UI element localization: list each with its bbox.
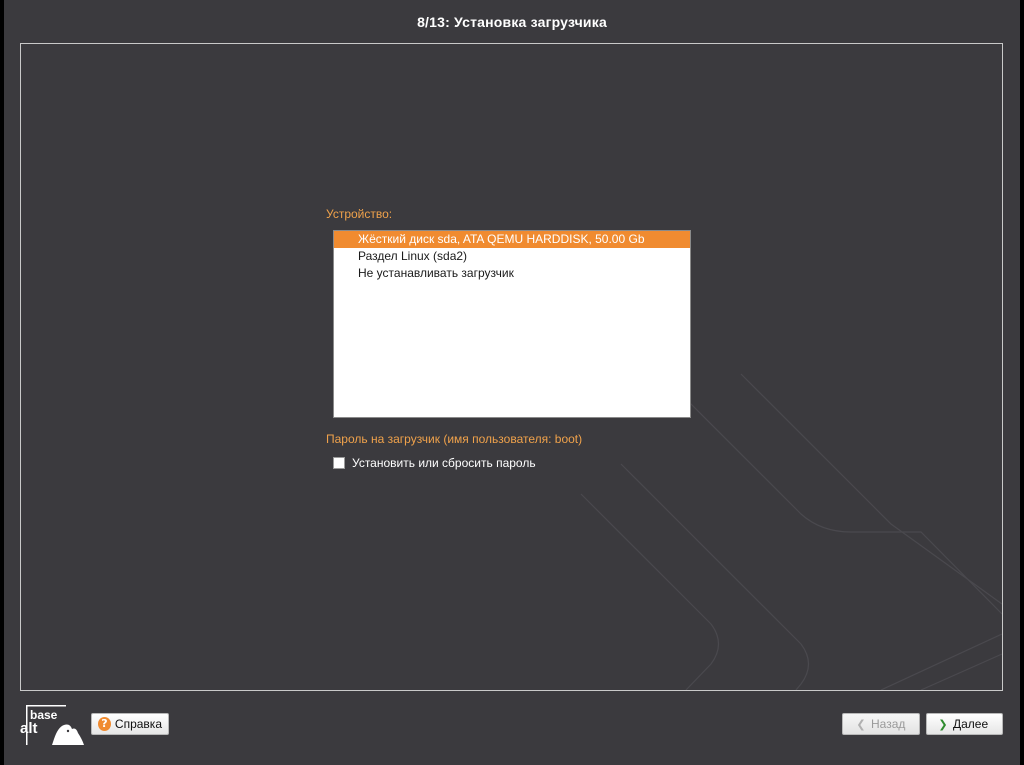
question-circle-icon: ? (98, 717, 111, 731)
password-checkbox[interactable] (333, 457, 345, 469)
page-title: 8/13: Установка загрузчика (417, 14, 607, 30)
chevron-left-icon: ❮ (856, 717, 866, 731)
installer-screen: 8/13: Установка загрузчика Устройство: Ж… (0, 0, 1024, 765)
device-label: Устройство: (326, 207, 393, 221)
basealt-logo: base alt (20, 705, 84, 745)
screen-edge-left (0, 0, 4, 765)
list-item-harddisk[interactable]: Жёсткий диск sda, ATA QEMU HARDDISK, 50.… (334, 231, 690, 248)
screen-edge-right (1020, 0, 1024, 765)
content-frame: Устройство: Жёсткий диск sda, ATA QEMU H… (20, 43, 1003, 691)
device-listbox[interactable]: Жёсткий диск sda, ATA QEMU HARDDISK, 50.… (333, 230, 691, 418)
list-item-no-bootloader[interactable]: Не устанавливать загрузчик (334, 265, 690, 282)
help-button[interactable]: ? Справка (91, 713, 169, 735)
back-button-label: Назад (871, 717, 906, 731)
logo-text-alt: alt (20, 720, 38, 737)
next-button-label: Далее (953, 717, 989, 731)
back-button[interactable]: ❮ Назад (842, 713, 920, 735)
password-checkbox-row[interactable]: Установить или сбросить пароль (333, 455, 536, 471)
list-item-partition[interactable]: Раздел Linux (sda2) (334, 248, 690, 265)
password-label: Пароль на загрузчик (имя пользователя: b… (326, 432, 583, 446)
password-checkbox-label[interactable]: Установить или сбросить пароль (352, 456, 536, 470)
next-button[interactable]: ❯ Далее (926, 713, 1003, 735)
help-button-label: Справка (114, 717, 162, 731)
chevron-right-icon: ❯ (938, 717, 948, 731)
